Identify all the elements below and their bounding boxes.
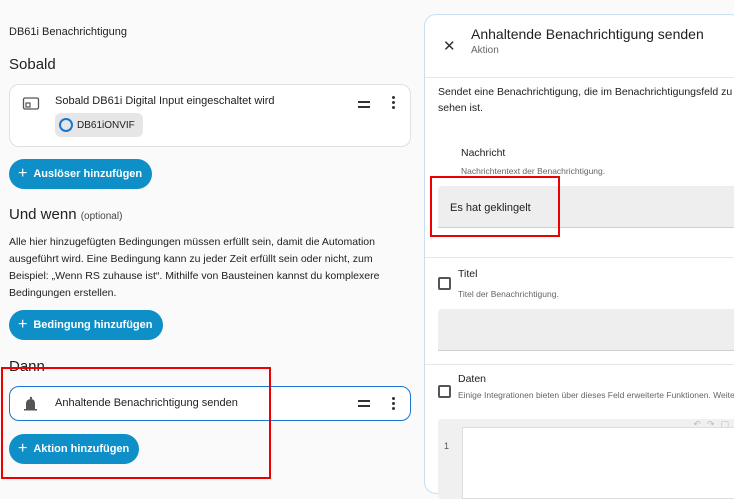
condition-section-title: Und wenn (optional): [9, 206, 122, 223]
device-chip-label: DB61iONVIF: [77, 119, 135, 131]
panel-title: Anhaltende Benachrichtigung senden: [471, 26, 704, 42]
plus-icon: +: [18, 316, 28, 333]
plus-icon: +: [18, 165, 28, 182]
device-chip[interactable]: DB61iONVIF: [55, 113, 143, 137]
trigger-card[interactable]: Sobald DB61i Digital Input eingeschaltet…: [9, 84, 411, 147]
more-vert-icon[interactable]: [392, 96, 396, 110]
more-vert-icon[interactable]: [392, 397, 396, 411]
add-trigger-button[interactable]: + Auslöser hinzufügen: [9, 159, 153, 189]
add-trigger-label: Auslöser hinzufügen: [33, 168, 143, 180]
trigger-section-title: Sobald: [9, 56, 56, 73]
title-label: Titel: [458, 268, 478, 280]
optional-label: (optional): [80, 211, 123, 222]
automation-editor: DB61i Benachrichtigung Sobald Sobald DB6…: [0, 0, 422, 488]
line-number: 1: [444, 441, 450, 451]
divider: [425, 77, 734, 78]
data-checkbox[interactable]: [438, 385, 451, 398]
highlight-box: [1, 367, 271, 479]
device-icon: [59, 118, 73, 132]
message-label: Nachricht: [461, 147, 506, 159]
panel-subtitle: Aktion: [471, 45, 499, 56]
yaml-editor[interactable]: ↶↷▢ 1: [438, 419, 734, 499]
automation-title: DB61i Benachrichtigung: [9, 26, 128, 38]
highlight-box-message: [430, 176, 560, 237]
divider: [425, 364, 734, 365]
title-helper: Titel der Benachrichtigung.: [458, 289, 559, 299]
add-condition-button[interactable]: + Bedingung hinzufügen: [9, 310, 163, 340]
close-icon[interactable]: ✕: [443, 37, 456, 55]
editor-content[interactable]: [462, 427, 734, 499]
drag-handle-icon[interactable]: [358, 101, 370, 109]
title-input[interactable]: [438, 309, 734, 351]
title-checkbox[interactable]: [438, 277, 451, 290]
data-helper: Einige Integrationen bieten über dieses …: [458, 390, 734, 400]
panel-description: Sendet eine Benachrichtigung, die im Ben…: [438, 86, 733, 114]
condition-title: Und wenn: [9, 206, 77, 223]
drag-handle-icon[interactable]: [358, 400, 370, 408]
switch-icon: [22, 97, 40, 110]
divider: [425, 257, 734, 258]
action-detail-panel: ✕ Anhaltende Benachrichtigung senden Akt…: [424, 14, 734, 499]
data-label: Daten: [458, 373, 487, 385]
condition-description: Alle hier hinzugefügten Bedingungen müss…: [9, 236, 380, 299]
trigger-label: Sobald DB61i Digital Input eingeschaltet…: [55, 95, 275, 107]
add-condition-label: Bedingung hinzufügen: [33, 319, 153, 331]
message-helper: Nachrichtentext der Benachrichtigung.: [461, 166, 606, 176]
